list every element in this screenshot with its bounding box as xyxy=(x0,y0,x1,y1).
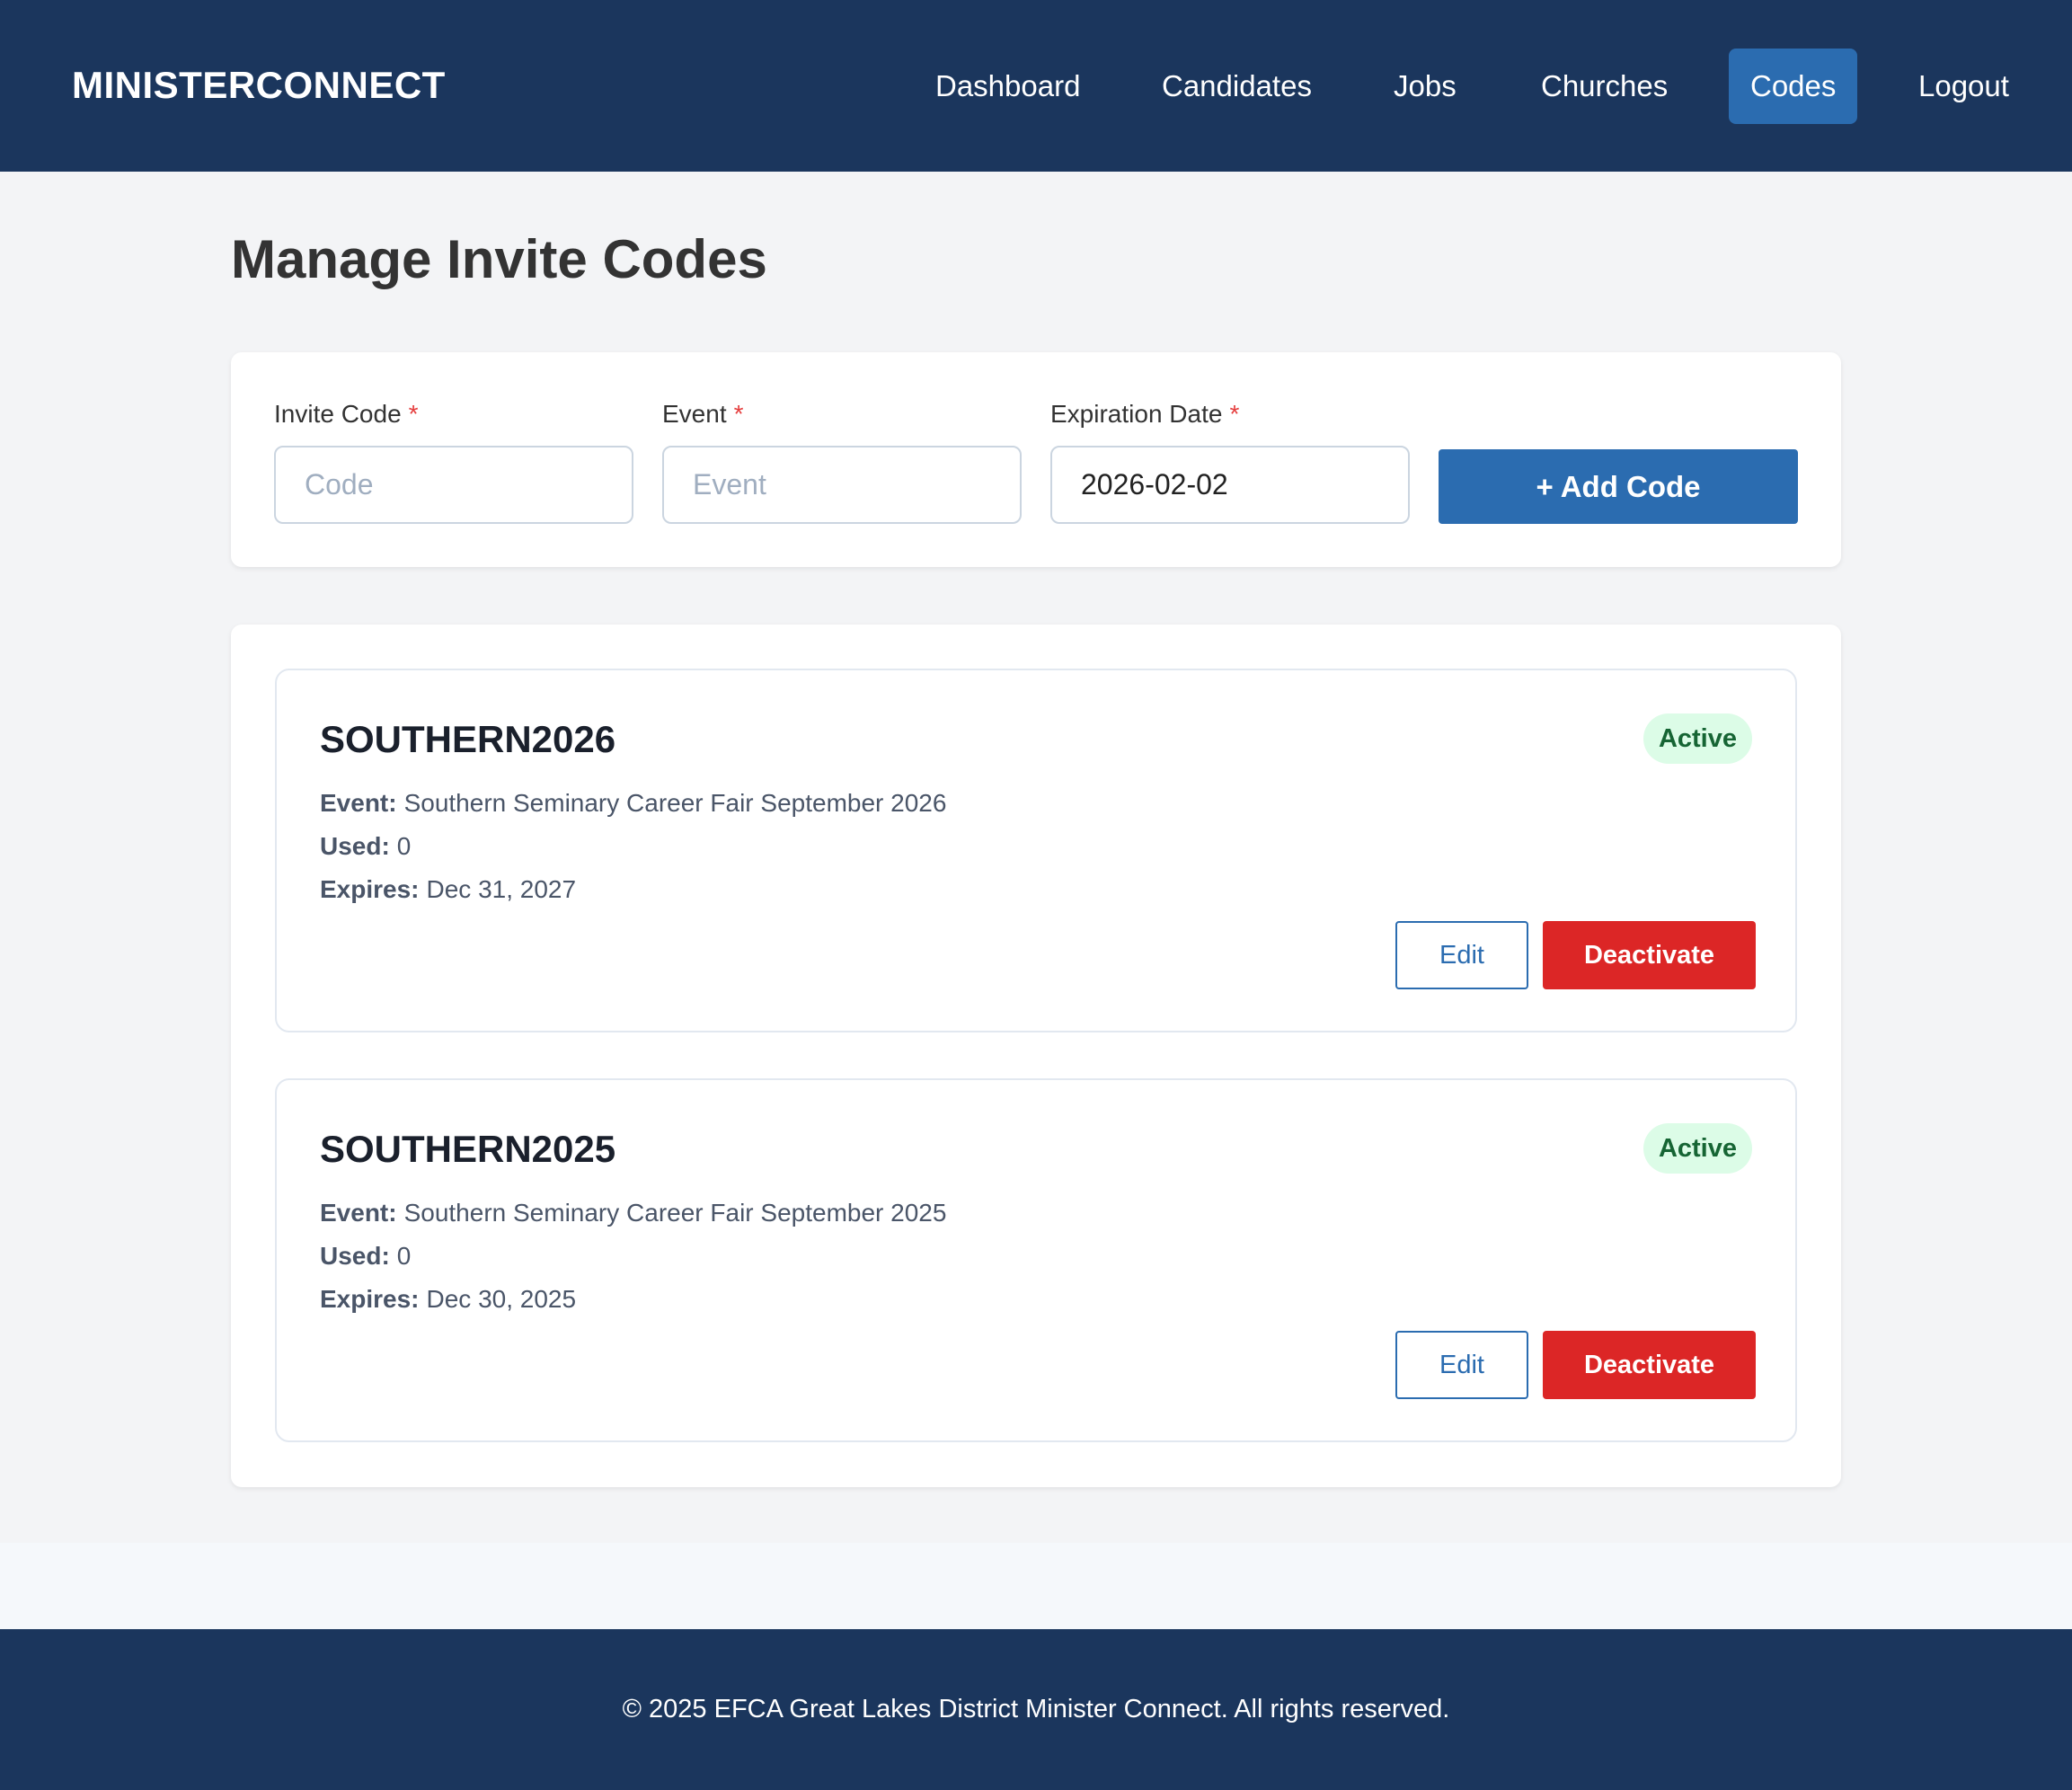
event-line-label: Event: xyxy=(320,1199,397,1227)
nav-dashboard[interactable]: Dashboard xyxy=(935,49,1080,124)
footer: © 2025 EFCA Great Lakes District Ministe… xyxy=(0,1629,2072,1790)
nav-candidates[interactable]: Candidates xyxy=(1162,49,1312,124)
used-value: 0 xyxy=(396,832,412,860)
expires-line: Expires: Dec 31, 2027 xyxy=(320,874,576,905)
event-line-label: Event: xyxy=(320,789,397,817)
event-label: Event * xyxy=(662,399,744,430)
expiration-date-input[interactable] xyxy=(1050,446,1410,524)
expires-value: Dec 31, 2027 xyxy=(426,875,577,903)
event-line: Event: Southern Seminary Career Fair Sept… xyxy=(320,1198,946,1228)
invite-code-label: Invite Code * xyxy=(274,399,419,430)
expires-value: Dec 30, 2025 xyxy=(426,1285,577,1313)
page-title: Manage Invite Codes xyxy=(231,229,767,289)
used-value: 0 xyxy=(396,1242,412,1270)
invite-code-label-text: Invite Code xyxy=(274,400,402,428)
nav-logout[interactable]: Logout xyxy=(1918,49,2009,124)
status-badge: Active xyxy=(1643,1123,1752,1174)
top-navbar: MINISTERCONNECT Dashboard Candidates Job… xyxy=(0,0,2072,172)
event-line: Event: Southern Seminary Career Fair Sept… xyxy=(320,788,946,819)
required-marker: * xyxy=(733,400,744,428)
deactivate-button[interactable]: Deactivate xyxy=(1543,1331,1756,1399)
used-line: Used: 0 xyxy=(320,1241,411,1272)
required-marker: * xyxy=(408,400,419,428)
footer-spacer xyxy=(0,1543,2072,1629)
nav-churches[interactable]: Churches xyxy=(1541,49,1668,124)
invite-code-card: SOUTHERN2025 Active Event: Southern Semin… xyxy=(275,1078,1797,1442)
page: MINISTERCONNECT Dashboard Candidates Job… xyxy=(0,0,2072,1790)
nav-codes[interactable]: Codes xyxy=(1729,49,1858,124)
invite-code-title: SOUTHERN2026 xyxy=(320,718,616,760)
brand-logo[interactable]: MINISTERCONNECT xyxy=(72,63,446,108)
event-value: Southern Seminary Career Fair September … xyxy=(403,1199,947,1227)
edit-button[interactable]: Edit xyxy=(1395,921,1528,989)
used-line-label: Used: xyxy=(320,832,390,860)
event-label-text: Event xyxy=(662,400,727,428)
add-code-form: Invite Code* Event* Expiration Date* + A… xyxy=(231,352,1841,567)
required-marker: * xyxy=(1229,400,1240,428)
invite-code-title: SOUTHERN2025 xyxy=(320,1128,616,1170)
nav-jobs[interactable]: Jobs xyxy=(1394,49,1457,124)
expires-line: Expires: Dec 30, 2025 xyxy=(320,1284,576,1315)
invite-code-card: SOUTHERN2026 Active Event: Southern Semin… xyxy=(275,669,1797,1032)
invite-code-input[interactable] xyxy=(274,446,633,524)
status-badge: Active xyxy=(1643,713,1752,764)
expiration-date-label: Expiration Date * xyxy=(1050,399,1239,430)
edit-button[interactable]: Edit xyxy=(1395,1331,1528,1399)
expiration-date-label-text: Expiration Date xyxy=(1050,400,1223,428)
copyright-text: © 2025 EFCA Great Lakes District Ministe… xyxy=(622,1695,1450,1724)
expires-line-label: Expires: xyxy=(320,875,420,903)
used-line-label: Used: xyxy=(320,1242,390,1270)
expires-line-label: Expires: xyxy=(320,1285,420,1313)
invite-code-list: SOUTHERN2026 Active Event: Southern Semin… xyxy=(231,625,1841,1487)
deactivate-button[interactable]: Deactivate xyxy=(1543,921,1756,989)
event-value: Southern Seminary Career Fair September … xyxy=(403,789,947,817)
add-code-button[interactable]: + Add Code xyxy=(1439,449,1798,524)
used-line: Used: 0 xyxy=(320,831,411,862)
event-input[interactable] xyxy=(662,446,1022,524)
